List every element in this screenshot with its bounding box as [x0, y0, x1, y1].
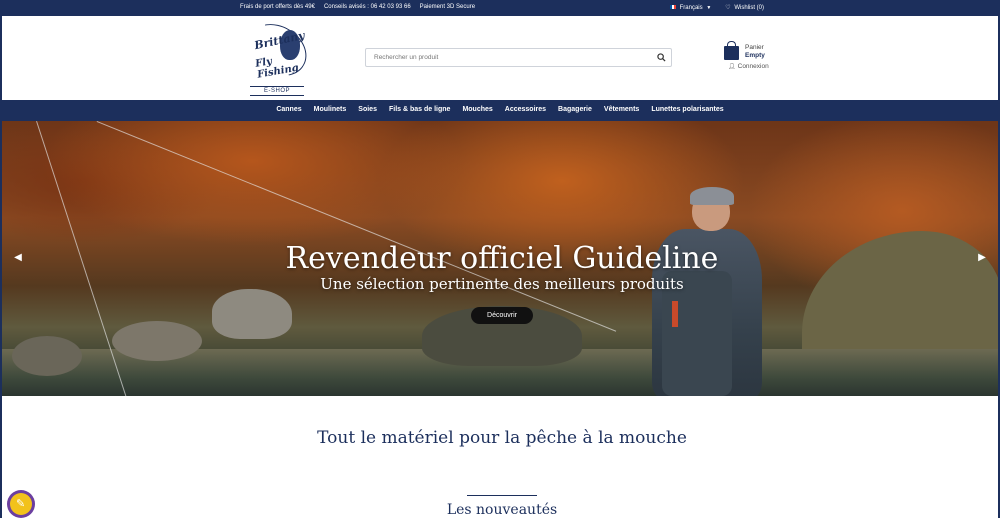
search-input[interactable]: Rechercher un produit: [365, 48, 672, 67]
rock-shape: [112, 321, 202, 361]
french-flag-icon: [669, 4, 676, 9]
top-bar-right: Français ▼ ♡ Wishlist (0): [669, 4, 764, 11]
language-label: Français: [679, 4, 703, 11]
login-label: Connexion: [737, 63, 769, 70]
top-bar: Frais de port offerts dès 49€ Conseils a…: [2, 0, 998, 16]
cart-label: Panier: [745, 44, 764, 51]
nav-item-mouches[interactable]: Mouches: [462, 106, 492, 113]
angler-strap: [672, 301, 678, 327]
nav-item-fils[interactable]: Fils & bas de ligne: [389, 106, 450, 113]
login-link[interactable]: 👤︎ Connexion: [728, 63, 769, 70]
wishlist-label: Wishlist (0): [734, 5, 764, 11]
nav-item-moulinets[interactable]: Moulinets: [314, 106, 347, 113]
wishlist-link[interactable]: ♡ Wishlist (0): [725, 4, 764, 11]
fly-line: [96, 121, 617, 332]
logo-eshop: E-SHOP: [250, 86, 304, 96]
top-bar-messages: Frais de port offerts dès 49€ Conseils a…: [240, 4, 475, 10]
accessibility-badge[interactable]: ✎: [10, 493, 32, 515]
pencil-icon: ✎: [16, 498, 26, 510]
angler-cap: [690, 187, 734, 205]
nav-item-cannes[interactable]: Cannes: [276, 106, 301, 113]
section-divider: [467, 495, 537, 496]
hero-slider[interactable]: ◀ ▶ Revendeur officiel Guideline Une sél…: [2, 121, 998, 396]
nav-item-bagagerie[interactable]: Bagagerie: [558, 106, 592, 113]
main-nav: Cannes Moulinets Soies Fils & bas de lig…: [2, 100, 998, 121]
angler-figure: [642, 187, 762, 396]
search-icon[interactable]: [657, 53, 666, 62]
payment-message: Paiement 3D Secure: [419, 4, 476, 10]
page-tagline: Tout le matériel pour la pêche à la mouc…: [317, 428, 687, 448]
nav-item-vetements[interactable]: Vêtements: [604, 106, 639, 113]
shipping-message: Frais de port offerts dès 49€: [240, 4, 315, 10]
heart-icon: ♡: [725, 5, 731, 11]
hero-title: Revendeur officiel Guideline: [285, 241, 719, 276]
nav-item-lunettes[interactable]: Lunettes polarisantes: [651, 106, 723, 113]
rock-shape: [212, 289, 292, 339]
search-placeholder: Rechercher un produit: [374, 54, 439, 61]
nav-item-accessoires[interactable]: Accessoires: [505, 106, 546, 113]
shopping-bag-icon: [724, 41, 739, 60]
cart-value: Empty: [745, 52, 765, 59]
chevron-down-icon: ▼: [706, 4, 712, 11]
discover-button[interactable]: Découvrir: [471, 307, 533, 324]
site-logo[interactable]: Brittany Fly Fishing E-SHOP: [238, 13, 316, 96]
hero-subtitle: Une sélection pertinente des meilleurs p…: [320, 275, 684, 293]
nav-item-soies[interactable]: Soies: [358, 106, 377, 113]
page: Frais de port offerts dès 49€ Conseils a…: [0, 0, 1000, 518]
language-selector[interactable]: Français ▼: [669, 4, 712, 11]
rock-shape: [12, 336, 82, 376]
new-arrivals-title: Les nouveautés: [446, 502, 558, 518]
phone-message[interactable]: Conseils avisés : 06 42 03 93 66: [324, 4, 411, 10]
header: Brittany Fly Fishing E-SHOP Rechercher u…: [2, 13, 998, 100]
user-icon: 👤︎: [728, 64, 736, 70]
